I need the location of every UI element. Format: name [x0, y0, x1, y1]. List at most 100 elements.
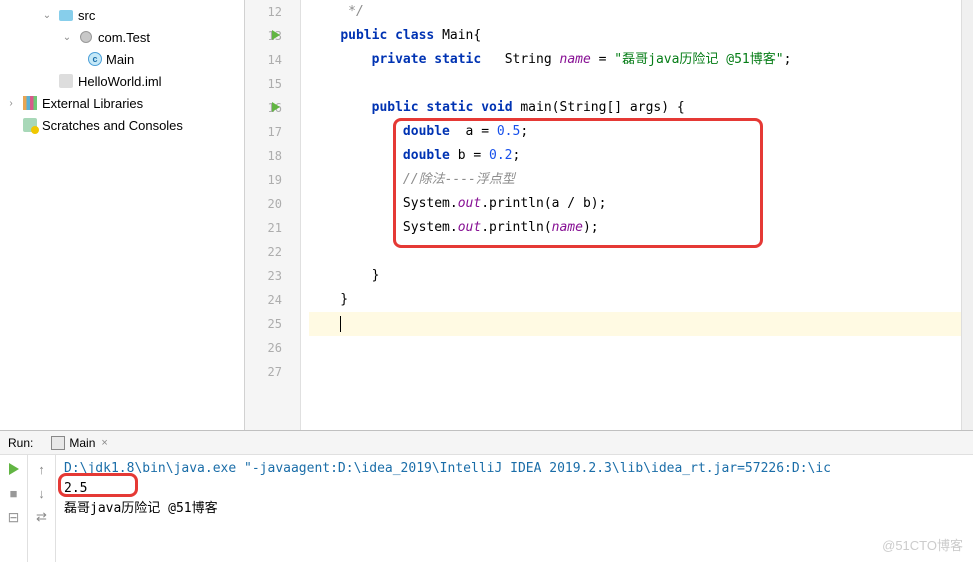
code-text: 0.5	[497, 124, 520, 139]
line-number: 27	[245, 360, 282, 384]
code-text: ;	[520, 124, 528, 139]
line-number: 19	[245, 168, 282, 192]
code-text: name	[560, 52, 591, 67]
chevron-right-icon: ›	[4, 96, 18, 110]
tree-label: com.Test	[98, 30, 150, 45]
code-text: class	[395, 28, 434, 43]
spacer	[40, 74, 54, 88]
run-panel: Run: Main × ■ ⊟ ↑ ↓ ⇄ D:\jdk1.8\bin\java…	[0, 430, 973, 562]
text-caret	[340, 316, 341, 332]
close-icon[interactable]: ×	[101, 437, 107, 449]
scratch-icon	[22, 117, 38, 133]
console-command: D:\jdk1.8\bin\java.exe "-javaagent:D:\id…	[64, 459, 965, 479]
line-number: 13	[245, 24, 282, 48]
class-icon: c	[88, 52, 102, 66]
code-text: double	[403, 148, 450, 163]
code-text: System.	[403, 220, 458, 235]
run-tab-name: Main	[69, 436, 95, 450]
code-text: a =	[450, 124, 497, 139]
code-text: =	[591, 52, 614, 67]
tree-external-libs[interactable]: › External Libraries	[0, 92, 244, 114]
line-number: 24	[245, 288, 282, 312]
soft-wrap-button[interactable]: ⇄	[34, 509, 50, 525]
chevron-down-icon: ⌄	[60, 30, 74, 44]
code-text: .println(	[481, 220, 551, 235]
line-number: 25	[245, 312, 282, 336]
code-text: ;	[784, 52, 792, 67]
scroll-down-button[interactable]: ↓	[34, 485, 50, 501]
package-icon	[78, 29, 94, 45]
run-panel-label: Run:	[8, 436, 33, 450]
tree-label: Scratches and Consoles	[42, 118, 183, 133]
line-number: 14	[245, 48, 282, 72]
code-text: );	[583, 220, 599, 235]
project-tree[interactable]: ⌄ src ⌄ com.Test c Main HelloWorld.iml ›…	[0, 0, 245, 430]
code-text: //除法----浮点型	[403, 172, 515, 187]
line-number: 12	[245, 0, 282, 24]
console-line: 磊哥java历险记 @51博客	[64, 499, 965, 519]
code-text: double	[403, 124, 450, 139]
tree-class-main[interactable]: c Main	[0, 48, 244, 70]
code-text: "磊哥java历险记 @51博客"	[614, 52, 783, 67]
code-text: b =	[450, 148, 489, 163]
chevron-down-icon: ⌄	[40, 8, 54, 22]
line-number: 16	[245, 96, 282, 120]
code-text: out	[458, 196, 481, 211]
line-gutter[interactable]: 12 13 14 15 16 17 18 19 20 21 22 23 24 2…	[245, 0, 301, 430]
code-text: private	[372, 52, 427, 67]
tree-label: External Libraries	[42, 96, 143, 111]
watermark: @51CTO博客	[882, 536, 963, 556]
tree-iml-file[interactable]: HelloWorld.iml	[0, 70, 244, 92]
code-text: name	[552, 220, 583, 235]
line-number: 22	[245, 240, 282, 264]
code-text: */	[309, 4, 364, 19]
line-number: 26	[245, 336, 282, 360]
spacer	[4, 118, 18, 132]
tree-folder-src[interactable]: ⌄ src	[0, 4, 244, 26]
code-editor[interactable]: 12 13 14 15 16 17 18 19 20 21 22 23 24 2…	[245, 0, 973, 430]
iml-icon	[58, 73, 74, 89]
code-text: ;	[513, 148, 521, 163]
code-content[interactable]: */ public class Main{ private static Str…	[301, 0, 961, 430]
code-text: Main{	[434, 28, 481, 43]
line-number: 23	[245, 264, 282, 288]
scroll-up-button[interactable]: ↑	[34, 461, 50, 477]
line-number: 17	[245, 120, 282, 144]
rerun-button[interactable]	[6, 461, 22, 477]
code-text: out	[458, 220, 481, 235]
console-toolbar: ↑ ↓ ⇄	[28, 455, 56, 562]
code-text: String	[481, 52, 559, 67]
play-icon	[9, 463, 19, 475]
tree-package[interactable]: ⌄ com.Test	[0, 26, 244, 48]
line-number: 20	[245, 192, 282, 216]
line-number: 18	[245, 144, 282, 168]
code-text: }	[309, 268, 379, 283]
run-tab[interactable]: Main ×	[43, 432, 115, 454]
code-text: main(String[] args) {	[513, 100, 685, 115]
tree-scratches[interactable]: Scratches and Consoles	[0, 114, 244, 136]
run-config-icon	[51, 436, 65, 450]
console-line: 2.5	[64, 479, 965, 499]
vertical-scrollbar[interactable]	[961, 0, 973, 430]
code-text: .println(a / b);	[481, 196, 606, 211]
code-text: public	[372, 100, 419, 115]
line-number: 15	[245, 72, 282, 96]
code-text: System.	[403, 196, 458, 211]
stop-button[interactable]: ■	[6, 485, 22, 501]
code-text: public	[340, 28, 387, 43]
run-marker-icon[interactable]	[272, 102, 280, 112]
code-text: }	[309, 292, 348, 307]
run-header: Run: Main ×	[0, 431, 973, 455]
code-text: void	[481, 100, 512, 115]
folder-icon	[58, 7, 74, 23]
code-text: 0.2	[489, 148, 512, 163]
run-toolbar: ■ ⊟	[0, 455, 28, 562]
layout-button[interactable]: ⊟	[6, 509, 22, 525]
tree-label: Main	[106, 52, 134, 67]
console-output[interactable]: D:\jdk1.8\bin\java.exe "-javaagent:D:\id…	[56, 455, 973, 562]
tree-label: HelloWorld.iml	[78, 74, 162, 89]
code-text: static	[434, 52, 481, 67]
run-marker-icon[interactable]	[272, 30, 280, 40]
code-text: static	[426, 100, 473, 115]
line-number: 21	[245, 216, 282, 240]
